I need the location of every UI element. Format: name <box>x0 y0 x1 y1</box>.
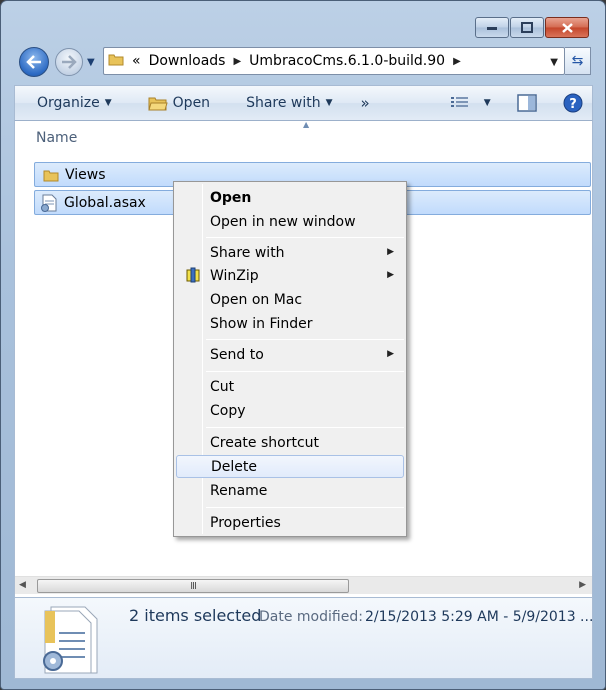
share-with-button[interactable]: Share with ▼ <box>246 95 332 111</box>
help-icon: ? <box>563 93 583 113</box>
menu-separator <box>206 237 404 238</box>
open-folder-icon <box>147 97 168 111</box>
open-button[interactable]: Open <box>147 95 211 111</box>
menu-item-share-with[interactable]: Share with ▶ <box>176 241 404 264</box>
chevron-down-icon: ▼ <box>104 98 112 108</box>
menu-item-open[interactable]: Open <box>176 186 404 209</box>
menu-item-open-new-window[interactable]: Open in new window <box>176 210 404 233</box>
menu-item-delete[interactable]: Delete <box>176 455 404 478</box>
folder-icon <box>43 170 59 181</box>
close-icon <box>561 22 573 33</box>
menu-separator <box>206 339 404 340</box>
list-item-label: Global.asax <box>64 194 146 211</box>
chevron-down-icon: ▼ <box>325 98 333 108</box>
svg-text:?: ? <box>569 97 577 112</box>
more-commands-button[interactable]: » <box>361 94 370 112</box>
menu-item-label: Show in Finder <box>210 315 313 332</box>
submenu-arrow-icon: ▶ <box>387 349 394 359</box>
scrollbar-thumb[interactable]: III <box>37 579 349 593</box>
date-modified-value: 2/15/2013 5:29 AM - 5/9/2013 ... <box>365 609 594 625</box>
preview-pane-icon <box>516 94 537 112</box>
scroll-left-icon[interactable]: ◀ <box>19 580 26 590</box>
caption-buttons <box>474 17 589 38</box>
winzip-icon <box>186 267 200 283</box>
address-bar[interactable]: « Downloads ▶ UmbracoCms.6.1.0-build.90 … <box>103 47 565 75</box>
sort-ascending-icon: ▲ <box>303 120 310 129</box>
view-options-dropdown[interactable]: ▼ <box>484 98 491 108</box>
open-label: Open <box>172 95 211 111</box>
maximize-icon <box>521 22 533 33</box>
selection-count: 2 items selected <box>129 606 262 625</box>
breadcrumb-downloads[interactable]: Downloads <box>149 53 226 69</box>
arrow-left-icon <box>26 55 41 69</box>
menu-item-label: Share with <box>210 244 285 261</box>
explorer-window: ▼ « Downloads ▶ UmbracoCms.6.1.0-build.9… <box>0 0 606 690</box>
menu-item-label: Copy <box>210 402 246 419</box>
organize-label: Organize <box>37 95 100 111</box>
menu-item-label: Properties <box>210 514 281 531</box>
menu-separator <box>206 507 404 508</box>
close-button[interactable] <box>545 17 589 38</box>
command-bar: Organize ▼ Open Share with ▼ » ▼ ? <box>14 85 593 121</box>
menu-item-winzip[interactable]: WinZip ▶ <box>176 264 404 287</box>
breadcrumb-umbraco[interactable]: UmbracoCms.6.1.0-build.90 <box>249 53 445 69</box>
minimize-button[interactable] <box>475 17 509 38</box>
column-header-row: ▲ Name <box>15 120 592 153</box>
list-item-label: Views <box>65 166 106 183</box>
help-button[interactable]: ? <box>563 93 583 113</box>
column-header-name[interactable]: Name <box>36 130 77 146</box>
arrow-right-icon <box>62 55 77 69</box>
address-history-dropdown[interactable]: ▼ <box>550 57 558 68</box>
menu-item-rename[interactable]: Rename <box>176 479 404 502</box>
context-menu: Open Open in new window Share with ▶ Win… <box>173 181 407 537</box>
scroll-right-icon[interactable]: ▶ <box>579 580 586 590</box>
maximize-button[interactable] <box>510 17 544 38</box>
menu-item-create-shortcut[interactable]: Create shortcut <box>176 431 404 454</box>
horizontal-scrollbar[interactable]: ◀ III ▶ <box>15 576 592 594</box>
breadcrumb-overflow[interactable]: « <box>132 53 141 69</box>
menu-item-send-to[interactable]: Send to ▶ <box>176 343 404 366</box>
recent-pages-dropdown[interactable]: ▼ <box>87 57 95 68</box>
menu-separator <box>206 371 404 372</box>
change-view-button[interactable] <box>450 96 470 110</box>
refresh-button[interactable]: ⇆ <box>565 47 591 75</box>
menu-item-label: Rename <box>210 482 268 499</box>
refresh-icon: ⇆ <box>571 53 584 69</box>
folder-icon <box>108 52 124 70</box>
menu-item-copy[interactable]: Copy <box>176 399 404 422</box>
scroll-grip: III <box>190 580 197 592</box>
details-view-icon <box>450 97 468 107</box>
menu-item-cut[interactable]: Cut <box>176 375 404 398</box>
share-with-label: Share with <box>246 95 321 111</box>
menu-separator <box>206 427 404 428</box>
menu-item-label: Send to <box>210 346 264 363</box>
breadcrumb-separator-icon[interactable]: ▶ <box>233 56 241 67</box>
minimize-icon <box>487 26 497 30</box>
menu-item-open-on-mac[interactable]: Open on Mac <box>176 288 404 311</box>
menu-item-label: WinZip <box>210 267 259 284</box>
menu-item-show-in-finder[interactable]: Show in Finder <box>176 312 404 335</box>
date-modified-label: Date modified: <box>259 609 363 625</box>
submenu-arrow-icon: ▶ <box>387 247 394 257</box>
submenu-arrow-icon: ▶ <box>387 270 394 280</box>
menu-item-label: Open in new window <box>210 213 356 230</box>
back-button[interactable] <box>19 47 49 77</box>
menu-item-properties[interactable]: Properties <box>176 511 404 534</box>
menu-item-label: Cut <box>210 378 235 395</box>
organize-button[interactable]: Organize ▼ <box>37 95 112 111</box>
breadcrumb-separator-icon[interactable]: ▶ <box>453 56 461 67</box>
menu-item-label: Delete <box>211 458 257 475</box>
preview-pane-button[interactable] <box>516 94 537 112</box>
asax-file-icon <box>41 194 57 212</box>
menu-item-label: Open <box>210 189 252 206</box>
forward-button[interactable] <box>55 48 83 76</box>
details-pane: 2 items selected Date modified: 2/15/201… <box>14 597 593 679</box>
menu-item-label: Create shortcut <box>210 434 320 451</box>
menu-item-label: Open on Mac <box>210 291 303 308</box>
multiple-files-icon <box>43 606 98 674</box>
